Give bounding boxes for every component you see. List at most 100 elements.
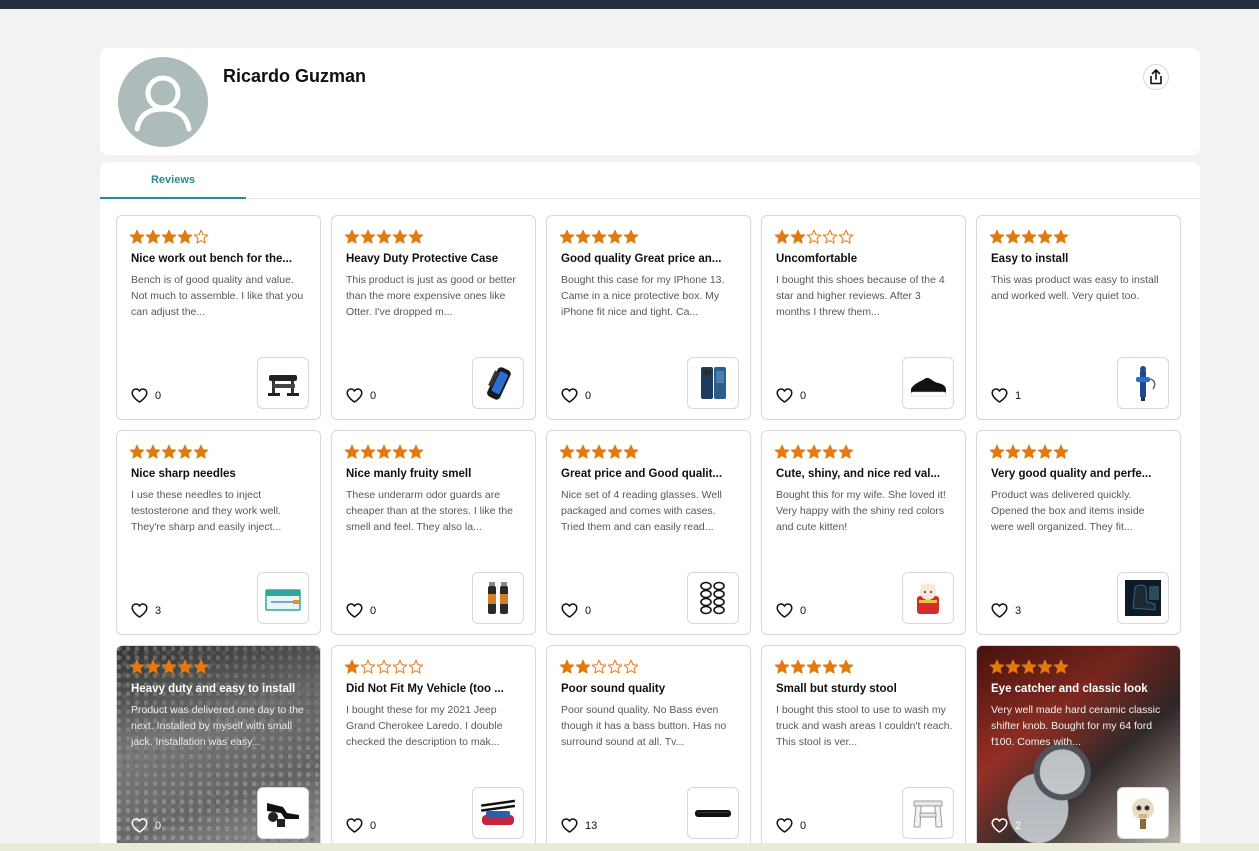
review-title: Nice sharp needles (131, 468, 236, 480)
helpful-vote: 0 (561, 603, 591, 618)
product-thumbnail[interactable] (472, 787, 524, 839)
review-title: Eye catcher and classic look (991, 683, 1148, 695)
like-count: 0 (585, 604, 592, 617)
heart-icon[interactable] (346, 388, 363, 403)
review-text: This product is just as good or better t… (346, 274, 516, 318)
product-thumbnail[interactable] (1117, 787, 1169, 839)
heart-icon[interactable] (776, 818, 793, 833)
review-card[interactable]: Uncomfortable I bought this shoes because… (761, 215, 966, 420)
star-rating (129, 229, 209, 245)
review-card[interactable]: Good quality Great price an... Bought thi… (546, 215, 751, 420)
review-title: Small but sturdy stool (776, 683, 897, 695)
like-count: 0 (370, 604, 377, 617)
star-filled-icon (1021, 659, 1037, 674)
star-rating (344, 659, 424, 675)
heart-icon[interactable] (991, 388, 1008, 403)
star-empty-icon (408, 659, 424, 674)
review-text: Product was delivered one day to the nex… (131, 704, 304, 748)
review-text: I bought this shoes because of the 4 sta… (776, 274, 945, 318)
heart-icon[interactable] (131, 388, 148, 403)
star-filled-icon (607, 229, 623, 244)
review-text: Bought this case for my IPhone 13. Came … (561, 274, 725, 318)
like-count: 0 (585, 389, 592, 402)
review-text: Bench is of good quality and value. Not … (131, 274, 304, 318)
star-filled-icon (161, 659, 177, 674)
star-filled-icon (806, 444, 822, 459)
star-empty-icon (607, 659, 623, 674)
review-card[interactable]: Did Not Fit My Vehicle (too ... I bought … (331, 645, 536, 850)
star-filled-icon (193, 659, 209, 674)
product-thumbnail[interactable] (257, 572, 309, 624)
review-card[interactable]: Eye catcher and classic look Very well ma… (976, 645, 1181, 850)
review-card[interactable]: Poor sound quality Poor sound quality. No… (546, 645, 751, 850)
star-filled-icon (344, 229, 360, 244)
helpful-vote: 0 (346, 388, 376, 403)
review-card[interactable]: Heavy duty and easy to install Product wa… (116, 645, 321, 850)
heart-icon[interactable] (346, 603, 363, 618)
review-title: Uncomfortable (776, 253, 858, 265)
review-card[interactable]: Heavy Duty Protective Case This product i… (331, 215, 536, 420)
heart-icon[interactable] (346, 818, 363, 833)
profile-name: Ricardo Guzman (223, 66, 367, 86)
heart-icon[interactable] (131, 818, 148, 833)
star-filled-icon (822, 659, 838, 674)
heart-icon[interactable] (776, 388, 793, 403)
review-text: I bought these for my 2021 Jeep Grand Ch… (346, 704, 503, 748)
helpful-vote: 13 (561, 818, 597, 833)
heart-icon[interactable] (776, 603, 793, 618)
review-card[interactable]: Nice work out bench for the... Bench is o… (116, 215, 321, 420)
product-thumbnail[interactable] (472, 572, 524, 624)
product-thumbnail[interactable] (472, 357, 524, 409)
review-card[interactable]: Nice sharp needles I use these needles to… (116, 430, 321, 635)
star-filled-icon (129, 444, 145, 459)
heart-icon[interactable] (561, 388, 578, 403)
share-button[interactable] (1144, 65, 1168, 89)
product-thumbnail[interactable] (687, 357, 739, 409)
helpful-vote: 0 (776, 603, 806, 618)
product-thumbnail[interactable] (902, 572, 954, 624)
share-icon (1150, 69, 1162, 85)
review-card[interactable]: Very good quality and perfe... Product wa… (976, 430, 1181, 635)
product-thumbnail[interactable] (687, 787, 739, 839)
star-filled-icon (1021, 444, 1037, 459)
star-filled-icon (129, 659, 145, 674)
product-thumbnail[interactable] (687, 572, 739, 624)
star-filled-icon (1053, 659, 1069, 674)
review-card[interactable]: Easy to install This was product was easy… (976, 215, 1181, 420)
star-filled-icon (559, 659, 575, 674)
like-count: 0 (370, 389, 377, 402)
product-thumbnail[interactable] (257, 787, 309, 839)
star-filled-icon (774, 444, 790, 459)
star-filled-icon (1037, 659, 1053, 674)
helpful-vote: 3 (991, 603, 1021, 618)
heart-icon[interactable] (131, 603, 148, 618)
tow-hitch-icon (267, 803, 299, 827)
star-empty-icon (838, 229, 854, 244)
review-card[interactable]: Small but sturdy stool I bought this stoo… (761, 645, 966, 850)
review-card[interactable]: Nice manly fruity smell These underarm od… (331, 430, 536, 635)
star-rating (774, 444, 854, 460)
tab-reviews[interactable]: Reviews (100, 162, 246, 199)
star-filled-icon (177, 444, 193, 459)
heart-icon[interactable] (991, 818, 1008, 833)
product-thumbnail[interactable] (1117, 572, 1169, 624)
product-thumbnail[interactable] (902, 357, 954, 409)
sneaker-icon (910, 377, 947, 397)
product-thumbnail[interactable] (257, 357, 309, 409)
user-silhouette-icon (119, 58, 207, 146)
review-card[interactable]: Cute, shiny, and nice red val... Bought t… (761, 430, 966, 635)
helpful-vote: 0 (131, 388, 161, 403)
star-filled-icon (392, 444, 408, 459)
star-filled-icon (790, 659, 806, 674)
heart-icon[interactable] (561, 818, 578, 833)
star-filled-icon (822, 444, 838, 459)
star-filled-icon (623, 229, 639, 244)
heart-icon[interactable] (561, 603, 578, 618)
review-card[interactable]: Great price and Good qualit... Nice set o… (546, 430, 751, 635)
product-thumbnail[interactable] (902, 787, 954, 839)
workout-bench-icon (268, 375, 299, 396)
heart-icon[interactable] (991, 603, 1008, 618)
star-empty-icon (360, 659, 376, 674)
deodorant-icon (488, 582, 508, 614)
product-thumbnail[interactable] (1117, 357, 1169, 409)
